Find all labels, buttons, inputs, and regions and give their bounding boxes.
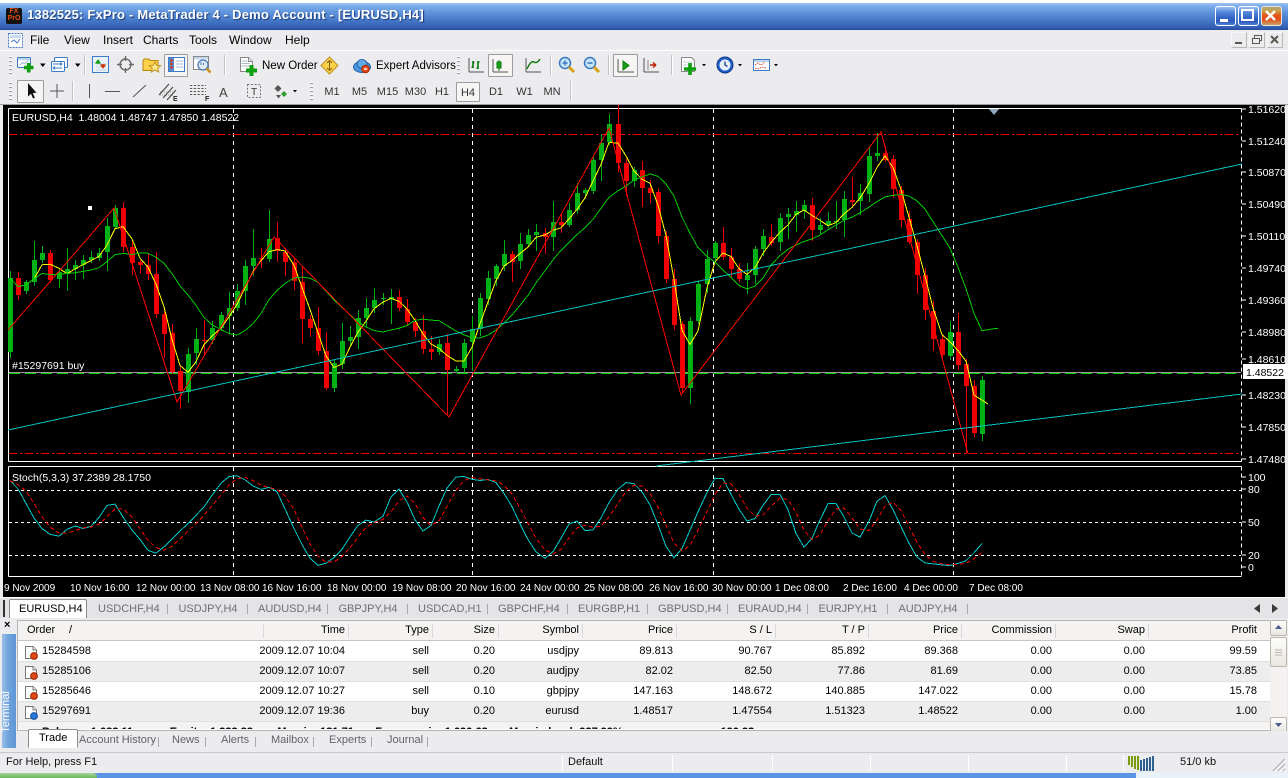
- svg-text:1.50870: 1.50870: [1248, 167, 1286, 179]
- svg-text:1.48980: 1.48980: [1248, 327, 1286, 339]
- svg-text:12 Nov 00:00: 12 Nov 00:00: [136, 583, 196, 594]
- svg-text:1.51620: 1.51620: [1248, 105, 1286, 116]
- svg-text:0: 0: [1248, 562, 1254, 574]
- svg-text:1.48522: 1.48522: [1246, 367, 1284, 379]
- svg-text:18 Nov 00:00: 18 Nov 00:00: [327, 583, 387, 594]
- svg-text:Terminal: Terminal: [2, 691, 12, 733]
- svg-text:24 Nov 00:00: 24 Nov 00:00: [520, 583, 580, 594]
- svg-text:20: 20: [1248, 550, 1260, 562]
- svg-text:4 Dec 00:00: 4 Dec 00:00: [904, 583, 958, 594]
- svg-text:Stoch(5,3,3) 37.2389 28.1750: Stoch(5,3,3) 37.2389 28.1750: [12, 472, 151, 484]
- svg-text:80: 80: [1248, 484, 1260, 496]
- svg-text:20 Nov 16:00: 20 Nov 16:00: [456, 583, 516, 594]
- svg-text:1.47480: 1.47480: [1248, 454, 1286, 466]
- svg-text:1.49740: 1.49740: [1248, 263, 1286, 275]
- svg-text:13 Nov 08:00: 13 Nov 08:00: [200, 583, 260, 594]
- svg-text:1.48230: 1.48230: [1248, 390, 1286, 402]
- svg-text:19 Nov 08:00: 19 Nov 08:00: [392, 583, 452, 594]
- svg-text:9 Nov 2009: 9 Nov 2009: [4, 583, 56, 594]
- svg-text:2 Dec 16:00: 2 Dec 16:00: [843, 583, 897, 594]
- svg-text:F: F: [205, 96, 210, 102]
- svg-text:1.47850: 1.47850: [1248, 422, 1286, 434]
- svg-text:#15297691 buy: #15297691 buy: [12, 360, 85, 372]
- svg-text:7 Dec 08:00: 7 Dec 08:00: [969, 583, 1023, 594]
- svg-text:1.49360: 1.49360: [1248, 295, 1286, 307]
- svg-text:1.51240: 1.51240: [1248, 136, 1286, 148]
- svg-text:T: T: [251, 87, 257, 98]
- svg-text:50: 50: [1248, 517, 1260, 529]
- svg-text:30 Nov 00:00: 30 Nov 00:00: [712, 583, 772, 594]
- svg-text:10 Nov 16:00: 10 Nov 16:00: [70, 583, 130, 594]
- svg-text:25 Nov 08:00: 25 Nov 08:00: [584, 583, 644, 594]
- svg-text:EURUSD,H4 1.48004 1.48747 1.4: EURUSD,H4 1.48004 1.48747 1.47850 1.4852…: [12, 112, 239, 124]
- svg-text:26 Nov 16:00: 26 Nov 16:00: [649, 583, 709, 594]
- svg-text:16 Nov 16:00: 16 Nov 16:00: [262, 583, 322, 594]
- svg-text:100: 100: [1248, 472, 1266, 484]
- svg-text:E: E: [173, 96, 178, 102]
- svg-text:1.50490: 1.50490: [1248, 199, 1286, 211]
- svg-text:1 Dec 08:00: 1 Dec 08:00: [775, 583, 829, 594]
- svg-text:1.50110: 1.50110: [1248, 231, 1285, 243]
